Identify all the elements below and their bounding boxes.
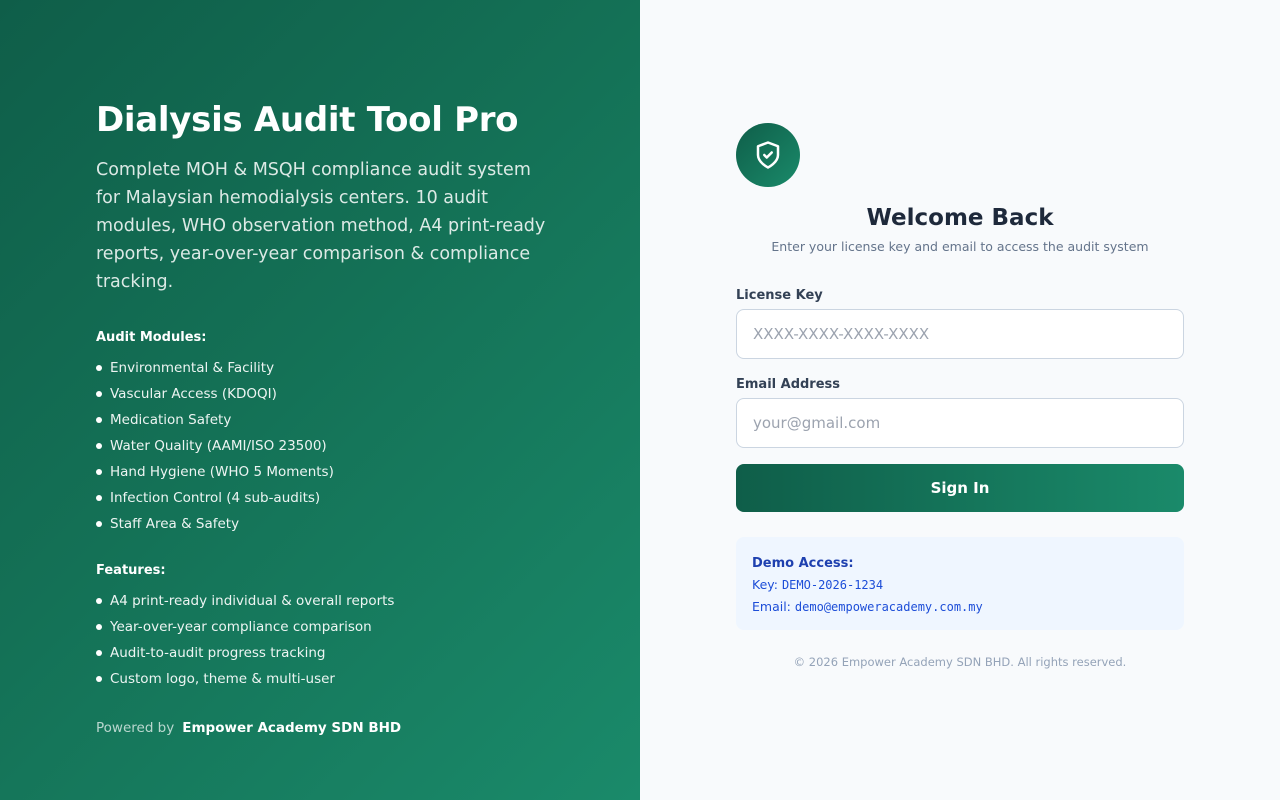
feature-label: A4 print-ready individual & overall repo… xyxy=(110,593,395,609)
module-label: Vascular Access (KDOQI) xyxy=(110,386,277,402)
modules-heading: Audit Modules: xyxy=(96,330,207,345)
demo-key-row: Key: DEMO-2026-1234 xyxy=(752,574,1168,596)
demo-key-value: DEMO-2026-1234 xyxy=(781,578,884,592)
license-key-label: License Key xyxy=(736,288,823,303)
app-title: Dialysis Audit Tool Pro xyxy=(96,100,519,140)
email-label: Email Address xyxy=(736,377,841,392)
module-label: Water Quality (AAMI/ISO 23500) xyxy=(110,438,327,454)
logo-badge xyxy=(736,123,800,187)
list-item: Infection Control (4 sub-audits) xyxy=(96,485,544,511)
demo-email-value: demo@empoweracademy.com.my xyxy=(794,600,983,614)
login-panel: Welcome Back Enter your license key and … xyxy=(640,0,1280,800)
welcome-title: Welcome Back xyxy=(866,205,1054,231)
list-item: Staff Area & Safety xyxy=(96,511,544,537)
demo-title: Demo Access: xyxy=(752,556,854,571)
login-card: Welcome Back Enter your license key and … xyxy=(736,123,1184,669)
demo-access-box: Demo Access: Key: DEMO-2026-1234 Email: … xyxy=(736,537,1184,630)
features-list: A4 print-ready individual & overall repo… xyxy=(96,588,544,692)
bullet-icon xyxy=(96,521,102,527)
bullet-icon xyxy=(96,495,102,501)
module-label: Staff Area & Safety xyxy=(110,516,240,532)
features-heading: Features: xyxy=(96,563,166,578)
bullet-icon xyxy=(96,469,102,475)
license-key-input[interactable] xyxy=(736,309,1184,359)
bullet-icon xyxy=(96,417,102,423)
demo-email-row: Email: demo@empoweracademy.com.my xyxy=(752,596,1168,618)
copyright-text: © 2026 Empower Academy SDN BHD. All righ… xyxy=(793,655,1127,669)
shield-check-icon xyxy=(756,141,780,169)
email-input[interactable] xyxy=(736,398,1184,448)
bullet-icon xyxy=(96,443,102,449)
powered-by-label: Powered by xyxy=(96,720,175,736)
sign-in-button[interactable]: Sign In xyxy=(736,464,1184,512)
list-item: Environmental & Facility xyxy=(96,355,544,381)
module-label: Infection Control (4 sub-audits) xyxy=(110,490,321,506)
module-label: Medication Safety xyxy=(110,412,232,428)
list-item: Hand Hygiene (WHO 5 Moments) xyxy=(96,459,544,485)
list-item: Audit-to-audit progress tracking xyxy=(96,640,544,666)
demo-email-label: Email: xyxy=(752,599,791,614)
feature-label: Custom logo, theme & multi-user xyxy=(110,671,335,687)
list-item: Year-over-year compliance comparison xyxy=(96,614,544,640)
company-name: Empower Academy SDN BHD xyxy=(182,720,402,736)
welcome-subtitle: Enter your license key and email to acce… xyxy=(771,239,1149,254)
demo-key-label: Key: xyxy=(752,577,778,592)
bullet-icon xyxy=(96,365,102,371)
powered-by: Powered by Empower Academy SDN BHD xyxy=(96,720,544,736)
bullet-icon xyxy=(96,391,102,397)
bullet-icon xyxy=(96,598,102,604)
list-item: Custom logo, theme & multi-user xyxy=(96,666,544,692)
bullet-icon xyxy=(96,676,102,682)
list-item: Vascular Access (KDOQI) xyxy=(96,381,544,407)
module-label: Environmental & Facility xyxy=(110,360,275,376)
list-item: Water Quality (AAMI/ISO 23500) xyxy=(96,433,544,459)
brand-panel: Dialysis Audit Tool Pro Complete MOH & M… xyxy=(0,0,640,800)
feature-label: Audit-to-audit progress tracking xyxy=(110,645,326,661)
list-item: A4 print-ready individual & overall repo… xyxy=(96,588,544,614)
list-item: Medication Safety xyxy=(96,407,544,433)
module-label: Hand Hygiene (WHO 5 Moments) xyxy=(110,464,334,480)
bullet-icon xyxy=(96,624,102,630)
feature-label: Year-over-year compliance comparison xyxy=(110,619,372,635)
modules-list: Environmental & Facility Vascular Access… xyxy=(96,355,544,537)
bullet-icon xyxy=(96,650,102,656)
app-description: Complete MOH & MSQH compliance audit sys… xyxy=(96,160,546,292)
